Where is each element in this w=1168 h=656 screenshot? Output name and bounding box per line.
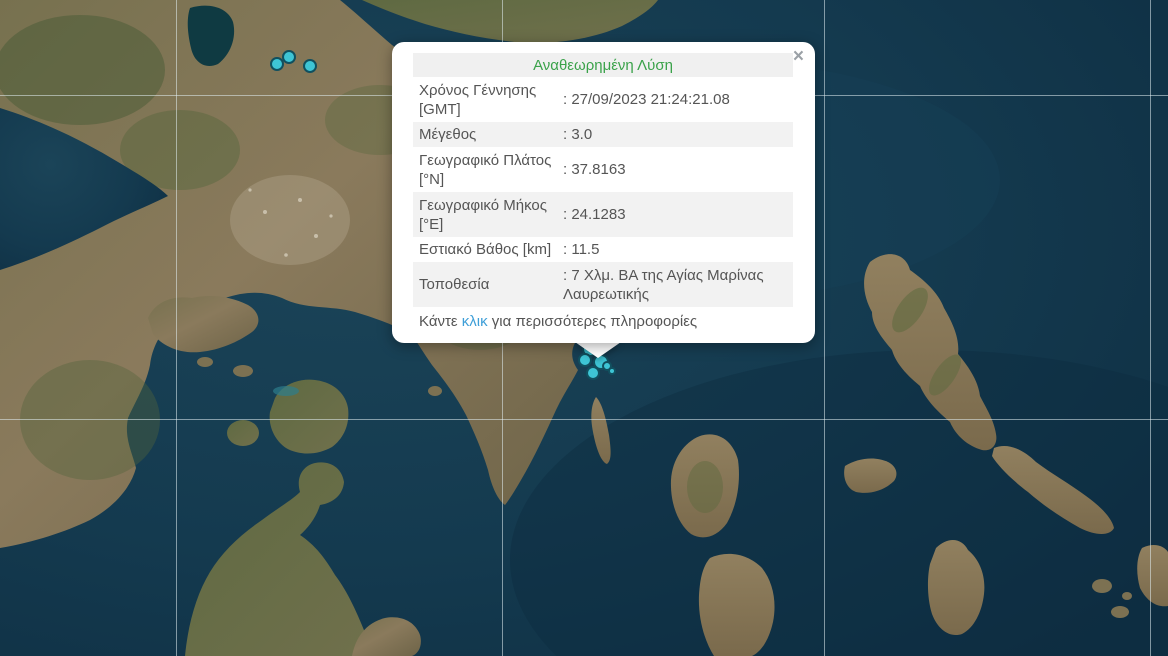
islet — [1111, 606, 1129, 618]
forest-patch — [687, 461, 723, 513]
location-value: : 7 Χλμ. ΒΑ της Αγίας Μαρίνας Λαυρεωτική… — [563, 263, 788, 307]
magnitude-label: Μέγεθος — [413, 122, 563, 147]
graticule-vertical — [176, 0, 177, 656]
popup-tail — [575, 342, 621, 358]
island-angistri — [227, 420, 259, 446]
earthquake-marker[interactable] — [586, 366, 600, 380]
popup-footer: Κάντε κλικ για περισσότερες πληροφορίες — [413, 307, 793, 332]
forest-patch — [0, 15, 165, 125]
islet — [233, 365, 253, 377]
graticule-vertical — [1150, 0, 1151, 656]
row-longitude: Γεωγραφικό Μήκος [°E] : 24.1283 — [413, 192, 793, 237]
forest-patch — [20, 360, 160, 480]
popup-title: Αναθεωρημένη Λύση — [413, 53, 793, 77]
row-origin-time: Χρόνος Γέννησης [GMT] : 27/09/2023 21:24… — [413, 77, 793, 122]
latitude-label: Γεωγραφικό Πλάτος [°N] — [413, 148, 563, 192]
longitude-label: Γεωγραφικό Μήκος [°E] — [413, 193, 563, 237]
latitude-value: : 37.8163 — [563, 157, 788, 182]
earthquake-marker[interactable] — [303, 59, 317, 73]
row-location: Τοποθεσία : 7 Χλμ. ΒΑ της Αγίας Μαρίνας … — [413, 262, 793, 307]
close-icon[interactable]: × — [793, 47, 804, 66]
footer-suffix: για περισσότερες πληροφορίες — [488, 313, 698, 330]
islet — [1122, 592, 1132, 600]
shallow-water — [273, 386, 299, 396]
map-viewport[interactable]: × Αναθεωρημένη Λύση Χρόνος Γέννησης [GMT… — [0, 0, 1168, 656]
depth-label: Εστιακό Βάθος [km] — [413, 237, 563, 262]
magnitude-value: : 3.0 — [563, 122, 788, 147]
location-label: Τοποθεσία — [413, 272, 563, 297]
longitude-value: : 24.1283 — [563, 202, 788, 227]
footer-prefix: Κάντε — [419, 313, 462, 330]
more-info-link[interactable]: κλικ — [462, 313, 488, 330]
earthquake-info-popup: × Αναθεωρημένη Λύση Χρόνος Γέννησης [GMT… — [392, 42, 815, 343]
urban-athens — [230, 175, 350, 265]
islet — [428, 386, 442, 396]
earthquake-marker[interactable] — [608, 367, 616, 375]
earthquake-marker[interactable] — [282, 50, 296, 64]
row-depth: Εστιακό Βάθος [km] : 11.5 — [413, 237, 793, 262]
row-latitude: Γεωγραφικό Πλάτος [°N] : 37.8163 — [413, 147, 793, 192]
depth-value: : 11.5 — [563, 237, 788, 262]
islet — [1092, 579, 1112, 593]
islet — [197, 357, 213, 367]
origin-time-value: : 27/09/2023 21:24:21.08 — [563, 87, 788, 112]
graticule-vertical — [824, 0, 825, 656]
graticule-horizontal — [0, 419, 1168, 420]
origin-time-label: Χρόνος Γέννησης [GMT] — [413, 78, 563, 122]
row-magnitude: Μέγεθος : 3.0 — [413, 122, 793, 147]
